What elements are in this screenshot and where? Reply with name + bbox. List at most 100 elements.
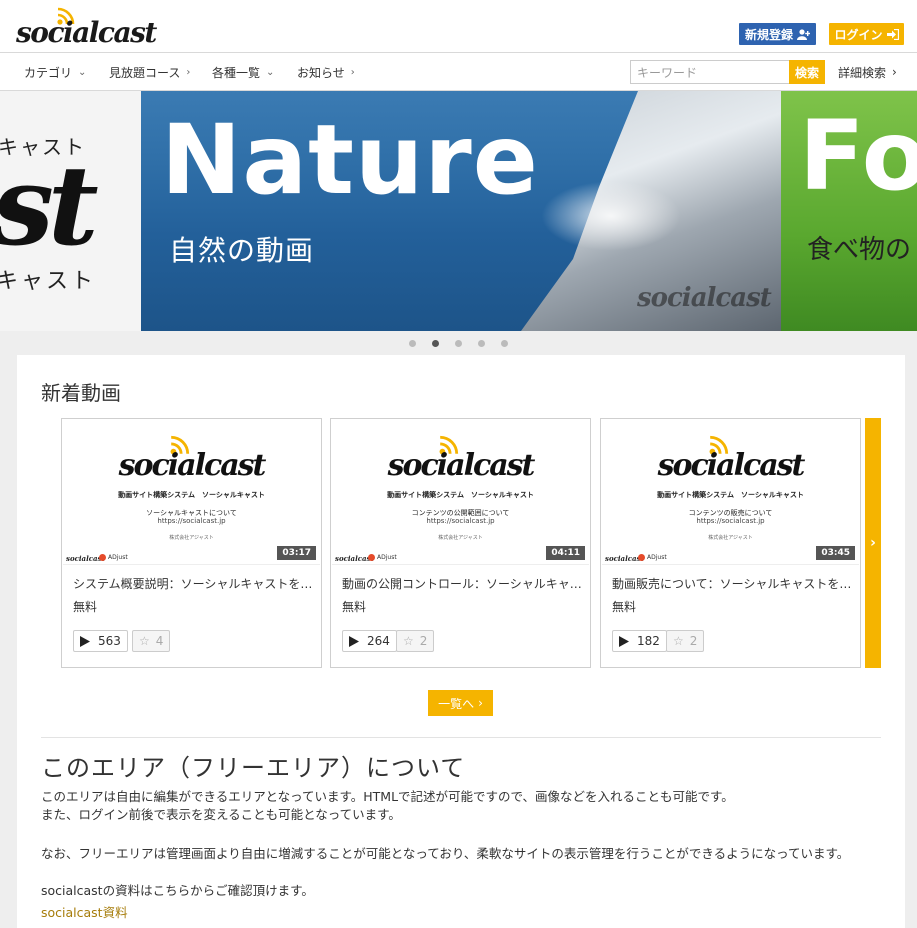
- brand-dot-icon: [368, 554, 375, 561]
- favorite-button[interactable]: ☆ 2: [396, 630, 435, 652]
- thumbnail-text: 動画サイト構築システム ソーシャルキャスト: [657, 491, 804, 499]
- nav-item-label: 見放題コース: [109, 65, 181, 80]
- chevron-down-icon: ⌄: [266, 66, 275, 78]
- register-label: 新規登録: [744, 27, 793, 42]
- thumbnail-corner-brand: ADjust: [377, 554, 397, 561]
- play-icon: [80, 635, 90, 647]
- chevron-right-icon: ›: [870, 535, 876, 551]
- main-panel: 新着動画 socialcast 動画サイト構築システム ソーシャルキャスト ソー…: [17, 355, 905, 928]
- nav-item-category[interactable]: カテゴリ ⌄: [24, 53, 86, 91]
- slide-subtitle: 自然の動画: [169, 234, 315, 267]
- video-price: 無料: [342, 600, 367, 614]
- video-price: 無料: [73, 600, 98, 614]
- thumbnail-logo: socialcast: [657, 448, 806, 483]
- slide-title: Nature: [161, 104, 539, 216]
- star-icon: ☆: [403, 634, 414, 648]
- thumbnail-text: https://socialcast.jp: [426, 517, 495, 525]
- free-area-paragraph: また、ログイン前後で表示を変えることも可能となっています。: [41, 807, 401, 822]
- carousel-dots: [0, 331, 917, 355]
- brand-dot-icon: [638, 554, 645, 561]
- site-logo[interactable]: socialcast: [16, 6, 157, 48]
- slide-current[interactable]: Nature 自然の動画 socialcast: [141, 91, 781, 331]
- carousel-dot[interactable]: [409, 339, 416, 347]
- chevron-down-icon: ⌄: [78, 66, 87, 78]
- thumbnail-logo: socialcast: [118, 448, 267, 483]
- view-count-badge: 182: [612, 630, 667, 652]
- video-title[interactable]: システム概要説明：ソーシャルキャストを動...: [73, 575, 313, 592]
- slide-text: st: [0, 141, 99, 270]
- star-icon: ☆: [673, 634, 684, 648]
- advanced-search-link[interactable]: 詳細検索 ›: [838, 53, 897, 91]
- view-count: 182: [637, 634, 660, 648]
- nav-item-news[interactable]: お知らせ ›: [297, 53, 355, 91]
- logo-text: socialcast: [16, 16, 157, 49]
- thumbnail-text: https://socialcast.jp: [157, 517, 226, 525]
- favorite-count: 2: [689, 634, 698, 648]
- login-button[interactable]: ログイン: [829, 23, 904, 45]
- nav-item-unlimited-courses[interactable]: 見放題コース ›: [109, 53, 190, 91]
- favorite-button[interactable]: ☆ 4: [132, 630, 171, 652]
- thumbnail-corner-brand: ADjust: [647, 554, 667, 561]
- view-count-badge: 264: [342, 630, 397, 652]
- nav-item-label: 各種一覧: [212, 65, 261, 80]
- chevron-right-icon: ›: [892, 65, 897, 79]
- chevron-right-icon: ›: [186, 66, 191, 78]
- nav-item-lists[interactable]: 各種一覧 ⌄: [212, 53, 274, 91]
- duration-badge: 04:11: [546, 546, 585, 560]
- duration-badge: 03:45: [816, 546, 855, 560]
- sign-in-icon: [886, 28, 899, 40]
- socialcast-docs-link[interactable]: socialcast資料: [41, 902, 128, 921]
- brand-dot-icon: [99, 554, 106, 561]
- carousel-dot[interactable]: [478, 339, 485, 347]
- carousel-dot-active[interactable]: [432, 339, 439, 347]
- view-all-button[interactable]: 一覧へ ›: [428, 690, 493, 716]
- video-card[interactable]: socialcast 動画サイト構築システム ソーシャルキャスト ソーシャルキャ…: [61, 418, 322, 668]
- slide-previous[interactable]: キャスト st キャスト: [0, 91, 141, 331]
- thumbnail-text: 動画サイト構築システム ソーシャルキャスト: [118, 491, 265, 499]
- nav-item-label: カテゴリ: [24, 65, 73, 80]
- thumbnail-text: 株式会社アジャスト: [438, 535, 483, 541]
- video-title[interactable]: 動画の公開コントロール：ソーシャルキャス...: [342, 575, 582, 592]
- carousel-dot[interactable]: [501, 339, 508, 347]
- search-button[interactable]: 検索: [789, 60, 825, 84]
- favorite-button[interactable]: ☆ 2: [666, 630, 705, 652]
- search-input[interactable]: キーワード: [630, 60, 790, 84]
- slide-text: キャスト: [0, 269, 97, 294]
- site-header: socialcast 新規登録 ログイン: [0, 0, 917, 53]
- chevron-right-icon: ›: [350, 66, 355, 78]
- favorite-count: 2: [419, 634, 428, 648]
- main-nav: カテゴリ ⌄ 見放題コース › 各種一覧 ⌄ お知らせ › キーワード 検索 詳…: [0, 53, 917, 91]
- favorite-count: 4: [155, 634, 164, 648]
- free-area-paragraph: なお、フリーエリアは管理画面より自由に増減することが可能となっており、柔軟なサイ…: [41, 846, 850, 861]
- play-icon: [619, 635, 629, 647]
- duration-badge: 03:17: [277, 546, 316, 560]
- carousel-next-button[interactable]: ›: [865, 418, 881, 668]
- free-area-title: このエリア（フリーエリア）について: [41, 754, 466, 782]
- video-thumbnail[interactable]: socialcast 動画サイト構築システム ソーシャルキャスト コンテンツの販…: [602, 420, 859, 565]
- thumbnail-text: https://socialcast.jp: [696, 517, 765, 525]
- free-area-paragraph: socialcastの資料はこちらからご確認頂けます。: [41, 883, 314, 898]
- view-count: 264: [367, 634, 390, 648]
- thumbnail-text: 動画サイト構築システム ソーシャルキャスト: [387, 491, 534, 499]
- slide-next[interactable]: Fo 食べ物の: [781, 91, 917, 331]
- free-area-paragraph: このエリアは自由に編集ができるエリアとなっています。HTMLで記述が可能ですので…: [41, 789, 734, 804]
- slide-title: Fo: [799, 100, 917, 212]
- video-thumbnail[interactable]: socialcast 動画サイト構築システム ソーシャルキャスト ソーシャルキャ…: [63, 420, 320, 565]
- video-card[interactable]: socialcast 動画サイト構築システム ソーシャルキャスト コンテンツの公…: [330, 418, 591, 668]
- search-placeholder: キーワード: [637, 65, 698, 80]
- register-button[interactable]: 新規登録: [739, 23, 816, 45]
- video-thumbnail[interactable]: socialcast 動画サイト構築システム ソーシャルキャスト コンテンツの公…: [332, 420, 589, 565]
- view-all-label: 一覧へ: [438, 696, 475, 711]
- play-icon: [349, 635, 359, 647]
- video-title[interactable]: 動画販売について：ソーシャルキャストを動...: [612, 575, 852, 592]
- video-card[interactable]: socialcast 動画サイト構築システム ソーシャルキャスト コンテンツの販…: [600, 418, 861, 668]
- star-icon: ☆: [139, 634, 150, 648]
- advanced-search-label: 詳細検索: [838, 65, 887, 80]
- slide-watermark: socialcast: [637, 283, 772, 313]
- carousel-dot[interactable]: [455, 339, 462, 347]
- section-title: 新着動画: [41, 381, 121, 405]
- thumbnail-text: 株式会社アジャスト: [708, 535, 753, 541]
- slide-subtitle: 食べ物の: [807, 235, 912, 265]
- thumbnail-text: 株式会社アジャスト: [169, 535, 214, 541]
- hero-carousel[interactable]: キャスト st キャスト Nature 自然の動画 socialcast Fo …: [0, 91, 917, 331]
